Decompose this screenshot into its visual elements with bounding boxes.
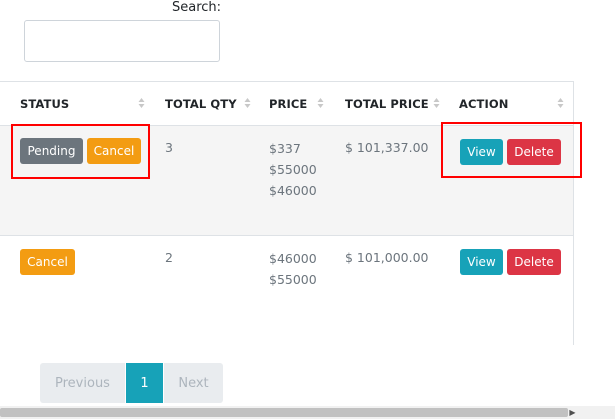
- orders-table: STATUS TOTAL QTY PRICE TOTAL PRICE ACTIO…: [0, 81, 574, 345]
- column-header-total-price[interactable]: TOTAL PRICE: [345, 97, 429, 111]
- scrollbar-thumb[interactable]: [0, 408, 568, 417]
- pagination-page-1[interactable]: 1: [126, 363, 163, 403]
- price-list: $46000 $55000: [269, 248, 317, 290]
- price-value: $55000: [269, 272, 317, 287]
- scroll-right-arrow-icon[interactable]: ▶: [566, 406, 579, 419]
- pagination-previous[interactable]: Previous: [40, 363, 125, 403]
- column-header-action[interactable]: ACTION: [459, 97, 508, 111]
- delete-button[interactable]: Delete: [507, 249, 561, 275]
- price-value: $46000: [269, 183, 317, 198]
- table-row: Cancel 2 $46000 $55000 $ 101,000.00 View…: [0, 236, 573, 345]
- horizontal-scrollbar[interactable]: ▶: [0, 406, 615, 419]
- sort-icon[interactable]: [557, 97, 564, 109]
- sort-icon[interactable]: [433, 97, 440, 109]
- sort-icon[interactable]: [138, 97, 145, 109]
- cancel-button[interactable]: Cancel: [20, 249, 75, 275]
- column-header-price[interactable]: PRICE: [269, 97, 307, 111]
- price-list: $337 $55000 $46000: [269, 138, 317, 201]
- total-qty: 3: [165, 140, 173, 155]
- table-header: STATUS TOTAL QTY PRICE TOTAL PRICE ACTIO…: [0, 82, 573, 126]
- pagination-next[interactable]: Next: [164, 363, 223, 403]
- price-value: $337: [269, 141, 301, 156]
- sort-icon[interactable]: [317, 97, 324, 109]
- column-header-total-qty[interactable]: TOTAL QTY: [165, 97, 237, 111]
- price-value: $55000: [269, 162, 317, 177]
- search-input[interactable]: [24, 20, 220, 62]
- total-price: $ 101,337.00: [345, 140, 429, 155]
- status-highlight-box: [11, 124, 150, 179]
- total-price: $ 101,000.00: [345, 250, 429, 265]
- column-header-status[interactable]: STATUS: [20, 97, 69, 111]
- price-value: $46000: [269, 251, 317, 266]
- total-qty: 2: [165, 250, 173, 265]
- view-button[interactable]: View: [460, 249, 503, 275]
- search-label: Search:: [172, 0, 222, 15]
- action-highlight-box: [441, 122, 582, 178]
- sort-icon[interactable]: [244, 97, 251, 109]
